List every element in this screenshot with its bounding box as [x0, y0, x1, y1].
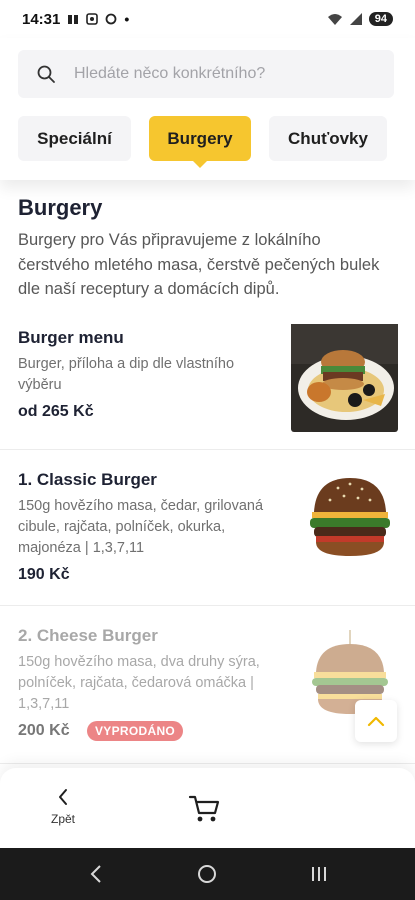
- status-bar: 14:31 • 94: [0, 0, 415, 38]
- tab-chutovky[interactable]: Chuťovky: [269, 116, 387, 161]
- nav-recents-button[interactable]: [299, 854, 339, 894]
- wifi-icon: [327, 14, 342, 25]
- item-description: 150g hovězího masa, čedar, grilovaná cib…: [18, 498, 264, 556]
- nav-back-icon: [90, 865, 101, 883]
- item-description: Burger, příloha a dip dle vlastního výbě…: [18, 356, 235, 393]
- menu-header: Speciální Burgery Chuťovky: [0, 38, 415, 180]
- category-tabs: Speciální Burgery Chuťovky: [18, 116, 387, 168]
- section-description: Burgery pro Vás připravujeme z lokálního…: [18, 231, 380, 298]
- system-nav-bar: [0, 848, 415, 900]
- tab-specialni[interactable]: Speciální: [18, 116, 131, 161]
- menu-item-cheese-burger[interactable]: 2. Cheese Burger 150g hovězího masa, dva…: [0, 606, 415, 764]
- cart-icon: [188, 795, 220, 822]
- item-description: 150g hovězího masa, dva druhy sýra, poln…: [18, 654, 260, 712]
- chevron-left-icon: [59, 789, 67, 805]
- menu-item-classic-burger[interactable]: 1. Classic Burger 150g hovězího masa, če…: [0, 450, 415, 606]
- item-price: 200 Kč: [18, 722, 70, 739]
- search-input[interactable]: [74, 65, 364, 83]
- signal-icon: [349, 13, 362, 25]
- sold-out-badge: VYPRODÁNO: [87, 721, 184, 741]
- section-title: Burgery: [18, 195, 103, 220]
- item-name: 2. Cheese Burger: [18, 626, 158, 645]
- nav-recents-icon: [312, 867, 327, 881]
- status-dot: •: [124, 11, 130, 27]
- status-time: 14:31: [22, 10, 61, 28]
- nav-home-button[interactable]: [187, 854, 227, 894]
- bottom-bar: Zpět: [0, 768, 415, 848]
- scroll-top-button[interactable]: [355, 700, 397, 742]
- item-name: Burger menu: [18, 328, 124, 347]
- sync-icon: [105, 13, 117, 25]
- battery-level: 94: [368, 12, 393, 26]
- search-bar[interactable]: [18, 50, 394, 98]
- nav-back-button[interactable]: [76, 854, 116, 894]
- app-screen: 14:31 • 94 Speciální Burgery Chuťovky Bu…: [0, 0, 415, 900]
- item-name: 1. Classic Burger: [18, 470, 157, 489]
- item-price: od 265 Kč: [18, 403, 94, 420]
- chevron-up-icon: [367, 716, 385, 727]
- back-label: Zpět: [50, 812, 75, 826]
- item-price: 190 Kč: [18, 566, 70, 583]
- notification-icon: [68, 15, 79, 24]
- tab-burgery[interactable]: Burgery: [149, 116, 251, 168]
- menu-item-burger-menu[interactable]: Burger menu Burger, příloha a dip dle vl…: [0, 320, 415, 450]
- burger-menu-image: [291, 324, 398, 432]
- nav-home-icon: [198, 865, 217, 883]
- screenshot-icon: [86, 13, 99, 25]
- cart-button[interactable]: [188, 794, 228, 826]
- menu-content: Burgery Burgery pro Vás připravujeme z l…: [0, 180, 415, 768]
- classic-burger-image: [310, 478, 390, 556]
- back-button[interactable]: Zpět: [38, 788, 88, 826]
- search-icon: [37, 65, 55, 83]
